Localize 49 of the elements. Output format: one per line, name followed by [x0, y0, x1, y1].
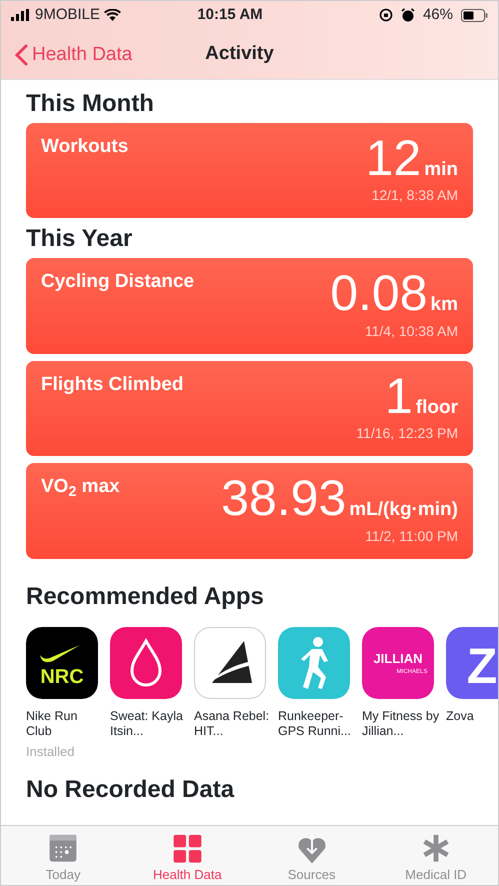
- app-name: Nike Run Club: [26, 709, 78, 740]
- metric-date: 11/16, 12:23 PM: [356, 425, 458, 442]
- app-name: Runkeeper-GPS Runni...: [278, 709, 352, 740]
- app-name: Sweat: Kayla Itsin...: [110, 709, 184, 740]
- tab-item[interactable]: Sources: [250, 826, 374, 885]
- battery-percent: 46%: [422, 4, 453, 25]
- metric-date: 11/4, 10:38 AM: [364, 322, 458, 339]
- tab-item[interactable]: Today: [1, 826, 126, 885]
- app-icon[interactable]: Z: [446, 627, 498, 700]
- metric-label: VO$_{2}$ max: [41, 475, 120, 502]
- metric-value: 12: [366, 132, 422, 183]
- section-heading: This Year: [26, 225, 134, 254]
- tab-item[interactable]: Medical ID: [374, 826, 498, 885]
- app-name: Zova: [446, 709, 475, 724]
- metric-card[interactable]: Flights Climbed 1 floor 11/16, 12:23 PM: [26, 360, 473, 456]
- page-title: Activity: [205, 42, 274, 66]
- wifi-icon: [104, 9, 122, 21]
- install-status: Installed: [26, 743, 76, 762]
- section-heading: No Recorded Data: [26, 776, 236, 805]
- app-icon[interactable]: [194, 627, 266, 700]
- back-button[interactable]: Health Data: [15, 41, 132, 70]
- status-time: 10:15 AM: [197, 4, 263, 25]
- alarm-icon: [400, 8, 415, 22]
- metric-date: 11/2, 11:00 PM: [365, 528, 458, 544]
- metric-date: 12/1, 8:38 AM: [372, 187, 458, 204]
- metric-value: 38.93: [221, 473, 346, 524]
- metric-card[interactable]: Cycling Distance 0.08 km 11/4, 10:38 AM: [26, 258, 473, 354]
- metric-unit: min: [424, 158, 458, 182]
- app-name: My Fitness by Jillian...: [362, 709, 440, 740]
- app-name: Asana Rebel: HIT...: [194, 709, 270, 740]
- rotation-lock-icon: [378, 8, 393, 22]
- tab-item[interactable]: Health Data: [125, 826, 250, 885]
- battery-icon: [461, 8, 488, 22]
- metric-label: Cycling Distance: [41, 270, 194, 294]
- metric-label: Workouts: [41, 134, 128, 159]
- metric-value: 1: [384, 370, 413, 421]
- metric-label: Flights Climbed: [41, 372, 184, 397]
- metric-unit: floor: [416, 396, 458, 420]
- section-heading: Recommended Apps: [26, 582, 265, 612]
- carrier-name: 9MOBILE: [35, 4, 100, 25]
- metric-card[interactable]: VO$_{2}$ max 38.93 mL/(kg·min) 11/2, 11:00 PM: [26, 463, 473, 559]
- metric-unit: mL/(kg·min): [349, 498, 458, 522]
- metric-card[interactable]: Workouts 12 min 12/1, 8:38 AM: [26, 122, 473, 218]
- signal-icon: [11, 9, 31, 21]
- metric-value: 0.08: [330, 268, 428, 318]
- metric-unit: km: [430, 293, 458, 318]
- chevron-left-icon: [15, 44, 28, 66]
- section-heading: This Month: [26, 90, 155, 119]
- app-icon[interactable]: NRC: [26, 627, 98, 700]
